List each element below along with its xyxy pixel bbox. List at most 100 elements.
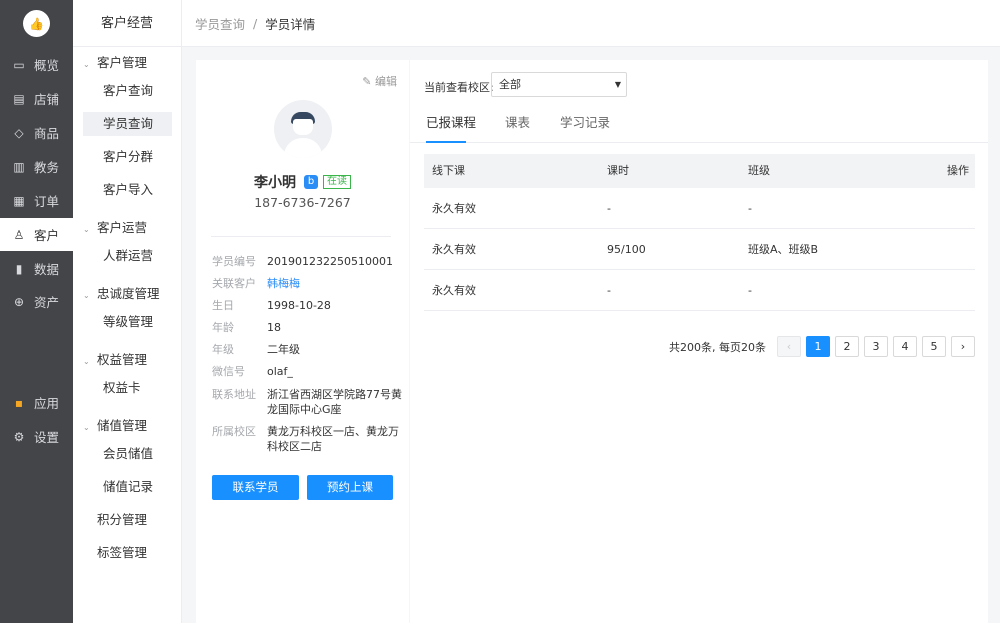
- nav-item-label: 应用: [34, 396, 60, 411]
- campus-select[interactable]: 全部 ▼: [491, 72, 627, 97]
- student-tag-icon: b: [304, 175, 318, 189]
- thumbs-up-icon: 👍: [29, 16, 44, 31]
- logo[interactable]: 👍: [23, 10, 50, 37]
- page-button[interactable]: 4: [893, 336, 917, 357]
- page-button[interactable]: 1: [806, 336, 830, 357]
- subnav-group[interactable]: ⌄ 客户管理: [83, 52, 147, 74]
- nav-item-label: 店铺: [34, 92, 60, 107]
- nav-item[interactable]: ⊕ 资产: [0, 285, 73, 318]
- nav-item[interactable]: ▪ 应用: [0, 386, 73, 419]
- subnav-item[interactable]: 等级管理: [83, 310, 172, 334]
- nav-item-label: 数据: [34, 262, 60, 277]
- info-key: 生日: [212, 299, 234, 312]
- divider: [211, 236, 391, 237]
- table-cell: 班级A、班级B: [748, 243, 819, 256]
- subnav-group-label: 储值管理: [97, 418, 148, 433]
- table-cell: -: [748, 284, 752, 297]
- subnav-item[interactable]: 客户查询: [83, 79, 172, 103]
- nav-item[interactable]: ▮ 数据: [0, 252, 73, 285]
- nav-item-label: 设置: [34, 430, 60, 445]
- building-icon: ▥: [13, 159, 25, 174]
- column-header: 操作: [947, 164, 969, 177]
- subnav-item[interactable]: 权益卡: [83, 376, 172, 400]
- table-cell: 永久有效: [432, 284, 476, 297]
- nav-item-label: 概览: [34, 58, 60, 73]
- nav-item[interactable]: ▥ 教务: [0, 150, 73, 183]
- subnav-item[interactable]: 客户分群: [83, 145, 172, 169]
- subnav-group[interactable]: ⌄ 客户运营: [83, 217, 147, 239]
- subnav-group[interactable]: ⌄ 忠诚度管理: [83, 283, 160, 305]
- tab-timetable[interactable]: 课表: [505, 112, 530, 143]
- nav-item[interactable]: ⚙ 设置: [0, 420, 73, 453]
- table-row: 永久有效 95/100 班级A、班级B: [424, 229, 975, 270]
- primary-sidebar: 👍 ▭ 概览 ▤ 店铺 ◇ 商品 ▥ 教务 ▦ 订单 ♙ 客户 ▮ 数据 ⊕ 资产 ▪ 应用 ⚙ 设置: [0, 0, 73, 623]
- subnav-item[interactable]: 客户导入: [83, 178, 172, 202]
- campus-value: 全部: [499, 78, 521, 91]
- subnav-group-label: 忠诚度管理: [97, 286, 160, 301]
- info-row: 所属校区 黄龙万科校区一店、黄龙万科校区二店: [212, 424, 402, 456]
- book-class-button[interactable]: 预约上课: [307, 475, 393, 500]
- info-value: 1998-10-28: [267, 299, 331, 312]
- nav-item[interactable]: ♙ 客户: [0, 218, 73, 251]
- next-page-button[interactable]: ›: [951, 336, 975, 357]
- table-row: 永久有效 - -: [424, 270, 975, 311]
- section-title: 客户经营: [73, 0, 181, 47]
- table-cell: -: [607, 284, 611, 297]
- name-row: 李小明 b 在读: [196, 172, 409, 192]
- subnav-group-label: 客户管理: [97, 55, 148, 70]
- nav-item[interactable]: ▤ 店铺: [0, 82, 73, 115]
- breadcrumb-separator: /: [253, 15, 258, 31]
- column-header: 线下课: [432, 164, 465, 177]
- subnav-group-label: 客户运营: [97, 220, 148, 235]
- info-value: 黄龙万科校区一店、黄龙万科校区二店: [267, 425, 399, 453]
- subnav-item[interactable]: 储值记录: [83, 475, 172, 499]
- campus-label: 当前查看校区:: [424, 81, 494, 94]
- subnav-group[interactable]: ⌄ 权益管理: [83, 349, 147, 371]
- pagination-summary: 共200条, 每页20条: [669, 341, 766, 354]
- tab-study-records[interactable]: 学习记录: [560, 112, 610, 143]
- nav-item[interactable]: ▭ 概览: [0, 48, 73, 81]
- info-value: olaf_: [267, 365, 293, 378]
- page-button[interactable]: 2: [835, 336, 859, 357]
- table-cell: -: [607, 202, 611, 215]
- tab-enrolled-courses[interactable]: 已报课程: [426, 112, 476, 143]
- info-key: 微信号: [212, 365, 245, 378]
- chevron-down-icon: ⌄: [83, 291, 90, 300]
- student-phone: 187-6736-7267: [254, 195, 351, 210]
- edit-button[interactable]: ✎ 编辑: [362, 73, 397, 89]
- nav-item-label: 商品: [34, 126, 60, 141]
- info-value: 二年级: [267, 343, 300, 356]
- coin-icon: ⊕: [13, 294, 25, 309]
- breadcrumb-parent[interactable]: 学员查询: [195, 14, 245, 33]
- info-value: 浙江省西湖区学院路77号黄龙国际中心G座: [267, 388, 402, 416]
- caret-down-icon: ▼: [614, 80, 621, 89]
- related-customer-link[interactable]: 韩梅梅: [267, 276, 402, 291]
- contact-student-button[interactable]: 联系学员: [212, 475, 299, 500]
- nav-item-label: 资产: [34, 295, 60, 310]
- table-cell: 永久有效: [432, 243, 476, 256]
- settings-icon: ⚙: [13, 429, 25, 444]
- page-button[interactable]: 5: [922, 336, 946, 357]
- edit-label: 编辑: [375, 75, 397, 88]
- chevron-down-icon: ⌄: [83, 423, 90, 432]
- subnav-item[interactable]: 标签管理: [83, 541, 172, 565]
- page-button[interactable]: 3: [864, 336, 888, 357]
- nav-item-label: 订单: [34, 194, 60, 209]
- nav-item-label: 客户: [34, 228, 60, 243]
- info-key: 关联客户: [212, 277, 256, 290]
- nav-item[interactable]: ▦ 订单: [0, 184, 73, 217]
- subnav-item[interactable]: 会员储值: [83, 442, 172, 466]
- nav-item[interactable]: ◇ 商品: [0, 116, 73, 149]
- subnav-item[interactable]: 积分管理: [83, 508, 172, 532]
- subnav-item[interactable]: 人群运营: [83, 244, 172, 268]
- info-key: 年级: [212, 343, 234, 356]
- course-panel: 当前查看校区: 全部 ▼ 已报课程 课表 学习记录 线下课 课时 班级 操作 永…: [410, 60, 988, 623]
- store-icon: ▤: [13, 91, 25, 106]
- table-cell: -: [748, 202, 752, 215]
- user-icon: ♙: [13, 227, 25, 242]
- subnav-group[interactable]: ⌄ 储值管理: [83, 415, 147, 437]
- info-row: 联系地址 浙江省西湖区学院路77号黄龙国际中心G座: [212, 387, 402, 419]
- subnav-item[interactable]: 学员查询: [83, 112, 172, 136]
- prev-page-button[interactable]: ‹: [777, 336, 801, 357]
- tag-icon: ◇: [14, 125, 24, 140]
